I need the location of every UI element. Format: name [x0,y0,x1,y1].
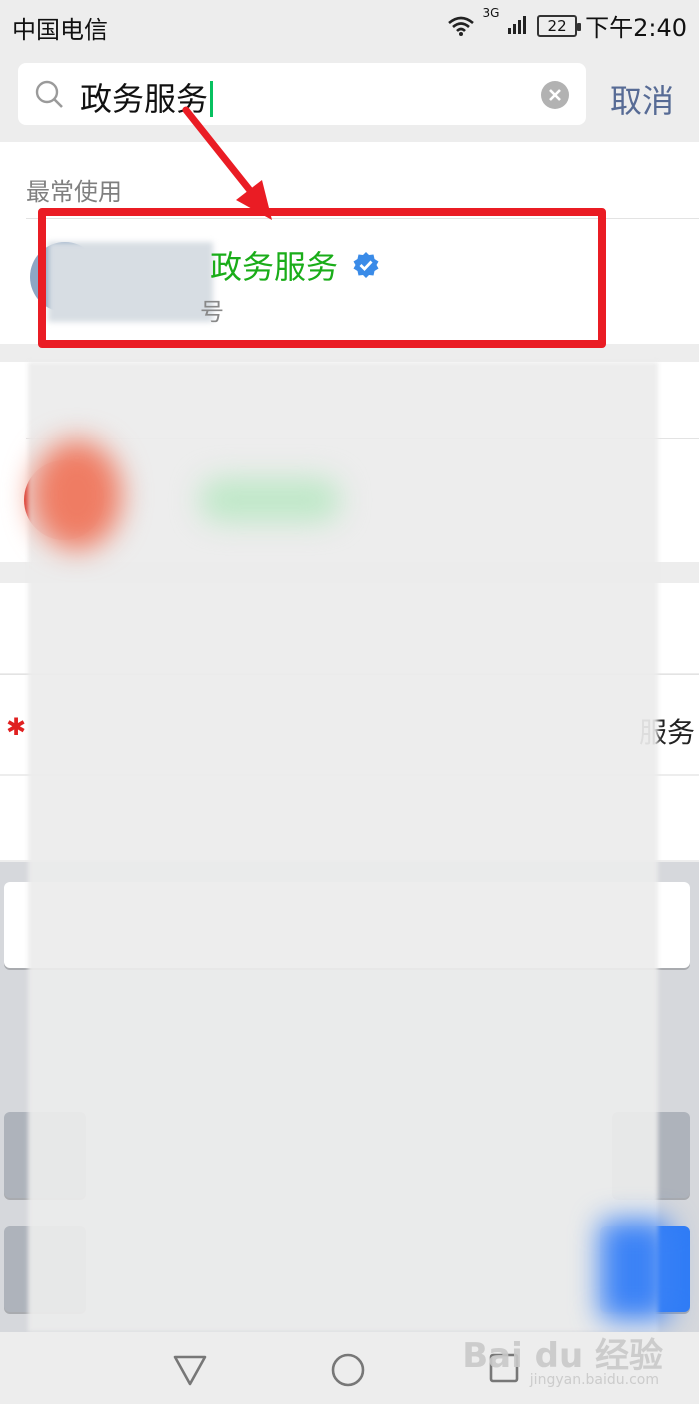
hot-mark-icon: ✱ [6,713,27,741]
status-right: 3G 22 下午2:40 [447,6,687,43]
blurred-key-shape [600,1220,670,1320]
status-time: 下午2:40 [585,14,687,42]
blurred-avatar-shape [32,440,122,550]
battery-icon: 22 [537,14,582,37]
search-query: 政务服务 [80,80,209,118]
search-input[interactable]: 政务服务 [80,74,214,120]
network-type: 3G [482,5,500,20]
signal-icon [508,15,527,34]
highlight-box [38,208,606,348]
watermark-url: jingyan.baidu.com [529,1372,659,1388]
cancel-button[interactable]: 取消 [610,76,674,122]
search-icon [35,80,63,108]
text-caret [210,81,214,117]
nav-back-icon[interactable] [172,1352,208,1388]
status-bar: 中国电信 3G 22 下午2:40 [0,0,699,48]
blurred-text-shape [200,478,340,522]
signal-group: 3G [483,6,530,40]
nav-home-icon[interactable] [330,1352,366,1388]
search-bar[interactable]: 政务服务 [18,63,586,125]
clear-icon[interactable] [540,80,570,110]
privacy-blur-overlay [28,362,658,1332]
wifi-icon [447,16,474,36]
carrier-label: 中国电信 [12,16,108,44]
section-title: 最常使用 [26,178,122,206]
watermark-logo: Bai du 经验 [462,1336,663,1376]
